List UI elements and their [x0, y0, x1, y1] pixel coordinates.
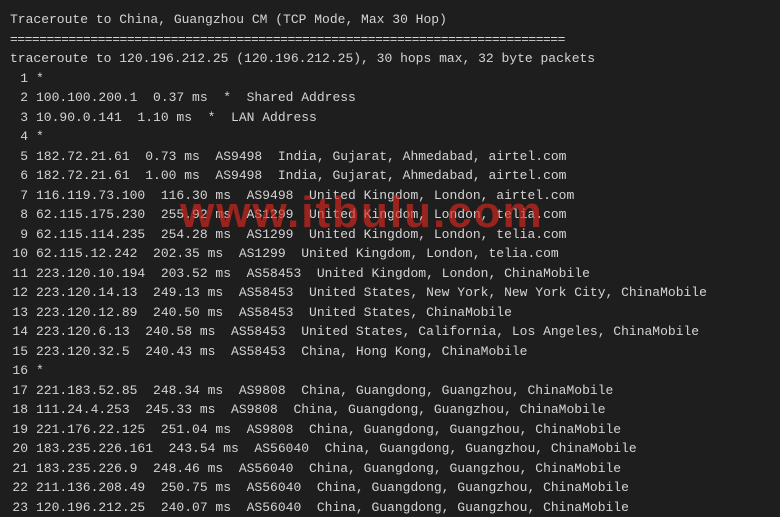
- hop-row: 962.115.114.235 254.28 ms AS1299 United …: [10, 225, 770, 245]
- hop-row: 17221.183.52.85 248.34 ms AS9808 China, …: [10, 381, 770, 401]
- hop-number: 21: [10, 459, 36, 479]
- hop-row: 22211.136.208.49 250.75 ms AS56040 China…: [10, 478, 770, 498]
- hop-row: 6182.72.21.61 1.00 ms AS9498 India, Guja…: [10, 166, 770, 186]
- hop-row: 20183.235.226.161 243.54 ms AS56040 Chin…: [10, 439, 770, 459]
- hop-detail: 221.176.22.125 251.04 ms AS9808 China, G…: [36, 420, 621, 440]
- hop-row: 23120.196.212.25 240.07 ms AS56040 China…: [10, 498, 770, 517]
- hop-number: 20: [10, 439, 36, 459]
- hop-detail: 183.235.226.161 243.54 ms AS56040 China,…: [36, 439, 637, 459]
- hop-row: 15223.120.32.5 240.43 ms AS58453 China, …: [10, 342, 770, 362]
- hop-row: 11223.120.10.194 203.52 ms AS58453 Unite…: [10, 264, 770, 284]
- hop-detail: 223.120.14.13 249.13 ms AS58453 United S…: [36, 283, 707, 303]
- hop-row: 13223.120.12.89 240.50 ms AS58453 United…: [10, 303, 770, 323]
- hop-row: 1*: [10, 69, 770, 89]
- hop-row: 21183.235.226.9 248.46 ms AS56040 China,…: [10, 459, 770, 479]
- hop-detail: 116.119.73.100 116.30 ms AS9498 United K…: [36, 186, 574, 206]
- hop-number: 15: [10, 342, 36, 362]
- hop-number: 23: [10, 498, 36, 517]
- hop-detail: 211.136.208.49 250.75 ms AS56040 China, …: [36, 478, 629, 498]
- hop-number: 17: [10, 381, 36, 401]
- traceroute-header: Traceroute to China, Guangzhou CM (TCP M…: [10, 10, 770, 30]
- hop-number: 2: [10, 88, 36, 108]
- hop-number: 22: [10, 478, 36, 498]
- hop-detail: 100.100.200.1 0.37 ms * Shared Address: [36, 88, 356, 108]
- hop-row: 7116.119.73.100 116.30 ms AS9498 United …: [10, 186, 770, 206]
- hop-number: 6: [10, 166, 36, 186]
- hop-row: 14223.120.6.13 240.58 ms AS58453 United …: [10, 322, 770, 342]
- hop-number: 14: [10, 322, 36, 342]
- hop-row: 310.90.0.141 1.10 ms * LAN Address: [10, 108, 770, 128]
- hop-number: 1: [10, 69, 36, 89]
- hop-detail: 111.24.4.253 245.33 ms AS9808 China, Gua…: [36, 400, 606, 420]
- separator-line: ========================================…: [10, 30, 770, 50]
- hop-detail: 182.72.21.61 0.73 ms AS9498 India, Gujar…: [36, 147, 567, 167]
- hop-row: 5182.72.21.61 0.73 ms AS9498 India, Guja…: [10, 147, 770, 167]
- hop-number: 4: [10, 127, 36, 147]
- hop-detail: 223.120.6.13 240.58 ms AS58453 United St…: [36, 322, 699, 342]
- hop-detail: 223.120.10.194 203.52 ms AS58453 United …: [36, 264, 590, 284]
- hop-number: 19: [10, 420, 36, 440]
- hop-number: 11: [10, 264, 36, 284]
- hop-row: 1062.115.12.242 202.35 ms AS1299 United …: [10, 244, 770, 264]
- hop-row: 862.115.175.230 255.92 ms AS1299 United …: [10, 205, 770, 225]
- hop-detail: 223.120.12.89 240.50 ms AS58453 United S…: [36, 303, 512, 323]
- hop-detail: 223.120.32.5 240.43 ms AS58453 China, Ho…: [36, 342, 527, 362]
- hop-detail: 120.196.212.25 240.07 ms AS56040 China, …: [36, 498, 629, 517]
- hop-number: 3: [10, 108, 36, 128]
- hop-detail: *: [36, 69, 44, 89]
- hop-row: 16*: [10, 361, 770, 381]
- hop-number: 18: [10, 400, 36, 420]
- hop-detail: 182.72.21.61 1.00 ms AS9498 India, Gujar…: [36, 166, 567, 186]
- hop-number: 13: [10, 303, 36, 323]
- hop-detail: 62.115.114.235 254.28 ms AS1299 United K…: [36, 225, 567, 245]
- hops-container: 1*2100.100.200.1 0.37 ms * Shared Addres…: [10, 69, 770, 517]
- hop-detail: 10.90.0.141 1.10 ms * LAN Address: [36, 108, 317, 128]
- hop-row: 18111.24.4.253 245.33 ms AS9808 China, G…: [10, 400, 770, 420]
- hop-detail: 62.115.175.230 255.92 ms AS1299 United K…: [36, 205, 567, 225]
- hop-row: 19221.176.22.125 251.04 ms AS9808 China,…: [10, 420, 770, 440]
- terminal-output: Traceroute to China, Guangzhou CM (TCP M…: [10, 10, 770, 517]
- hop-number: 12: [10, 283, 36, 303]
- hop-number: 7: [10, 186, 36, 206]
- traceroute-info: traceroute to 120.196.212.25 (120.196.21…: [10, 49, 770, 69]
- hop-row: 12223.120.14.13 249.13 ms AS58453 United…: [10, 283, 770, 303]
- hop-row: 4*: [10, 127, 770, 147]
- hop-number: 8: [10, 205, 36, 225]
- hop-detail: 183.235.226.9 248.46 ms AS56040 China, G…: [36, 459, 621, 479]
- hop-number: 5: [10, 147, 36, 167]
- hop-detail: *: [36, 127, 44, 147]
- hop-detail: 221.183.52.85 248.34 ms AS9808 China, Gu…: [36, 381, 613, 401]
- hop-number: 10: [10, 244, 36, 264]
- hop-detail: 62.115.12.242 202.35 ms AS1299 United Ki…: [36, 244, 559, 264]
- hop-number: 9: [10, 225, 36, 245]
- hop-number: 16: [10, 361, 36, 381]
- hop-row: 2100.100.200.1 0.37 ms * Shared Address: [10, 88, 770, 108]
- hop-detail: *: [36, 361, 44, 381]
